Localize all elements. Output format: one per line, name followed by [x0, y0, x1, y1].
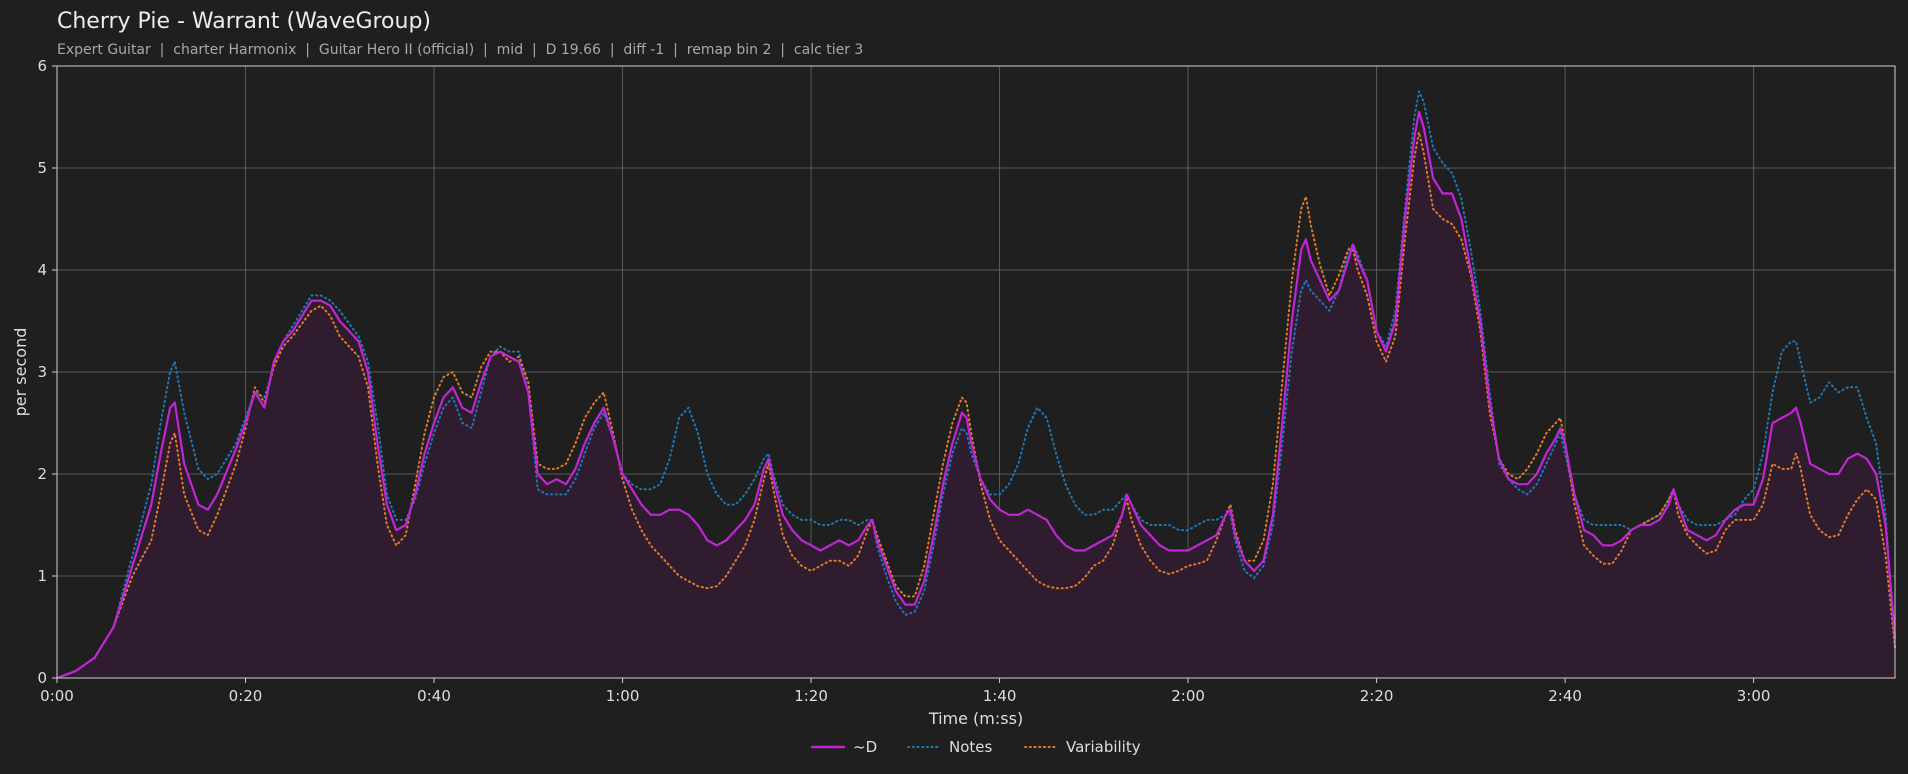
x-tick-label: 2:20 — [1360, 687, 1394, 705]
x-tick-label: 1:00 — [606, 687, 640, 705]
legend: ~D Notes Variability — [810, 738, 1141, 756]
x-tick-label: 0:40 — [417, 687, 451, 705]
x-tick-label: 1:40 — [983, 687, 1017, 705]
y-tick-label: 3 — [37, 363, 47, 381]
y-tick-label: 4 — [37, 261, 47, 279]
chart-subtitle: Expert Guitar | charter Harmonix | Guita… — [57, 42, 863, 58]
legend-label-variability: Variability — [1066, 738, 1141, 756]
y-tick-label: 0 — [37, 669, 47, 687]
x-tick-label: 1:20 — [794, 687, 828, 705]
chart-title: Cherry Pie - Warrant (WaveGroup) — [57, 9, 431, 34]
y-tick-label: 1 — [37, 567, 47, 585]
legend-label-notes: Notes — [949, 738, 993, 756]
x-axis-label: Time (m:ss) — [928, 709, 1023, 728]
y-tick-label: 2 — [37, 465, 47, 483]
x-tick-label: 3:00 — [1737, 687, 1771, 705]
legend-label-d: ~D — [853, 738, 877, 756]
chart: Cherry Pie - Warrant (WaveGroup) Expert … — [0, 0, 1908, 774]
y-tick-label: 6 — [37, 57, 47, 75]
x-tick-label: 2:40 — [1548, 687, 1582, 705]
x-tick-label: 0:00 — [40, 687, 74, 705]
y-tick-label: 5 — [37, 159, 47, 177]
x-tick-label: 2:00 — [1171, 687, 1205, 705]
y-axis-label: per second — [11, 328, 30, 417]
x-tick-label: 0:20 — [229, 687, 263, 705]
